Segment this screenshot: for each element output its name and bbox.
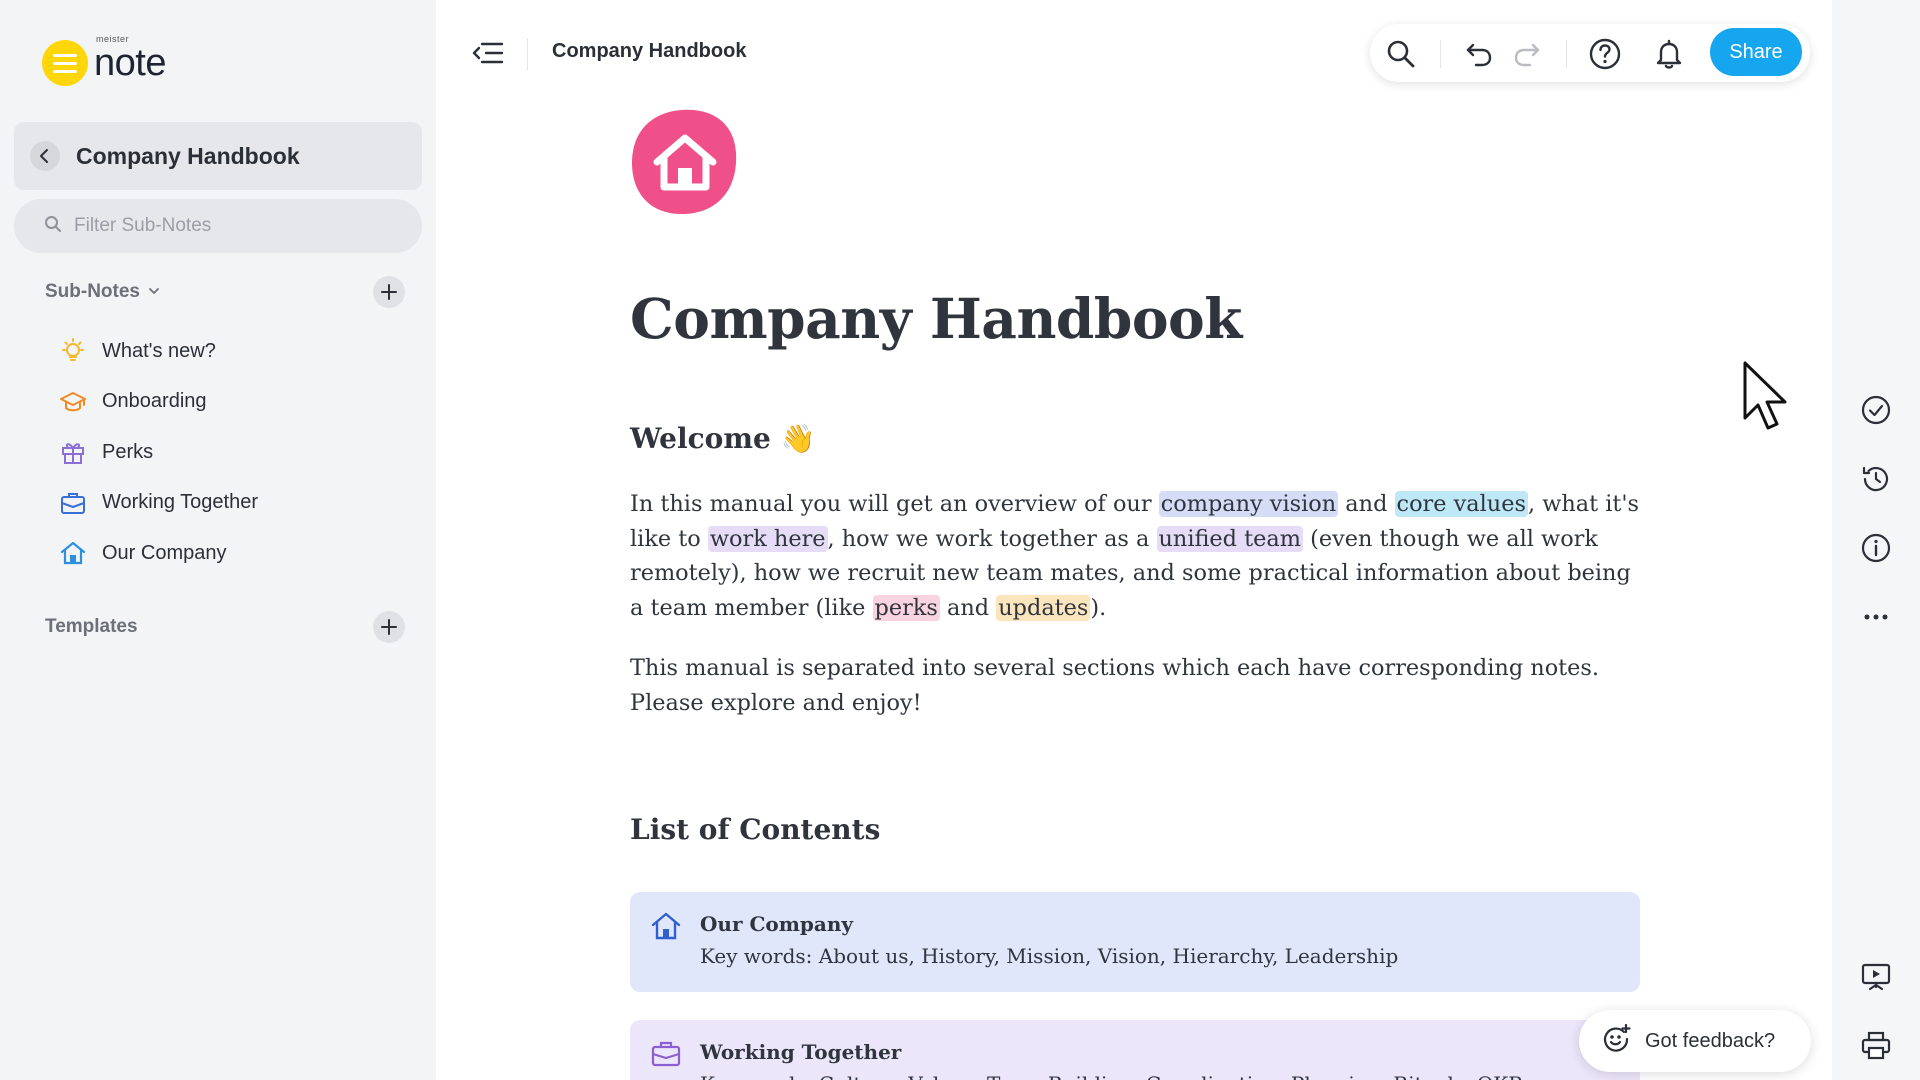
print-icon[interactable] <box>1856 1026 1896 1066</box>
subnote-onboarding[interactable]: Onboarding <box>58 377 258 428</box>
intro-text: ). <box>1090 594 1107 621</box>
sidebar: meister note Company Handbook Sub-Notes … <box>0 0 436 1080</box>
bell-icon[interactable] <box>1652 37 1686 71</box>
gift-icon <box>58 437 88 467</box>
parent-note-header[interactable]: Company Handbook <box>14 122 422 190</box>
filter-subnotes[interactable] <box>14 199 422 253</box>
highlight-core-values[interactable]: core values <box>1394 491 1528 517</box>
breadcrumb-title: Company Handbook <box>552 40 747 62</box>
briefcase-icon <box>58 488 88 518</box>
logo-small-text: meister <box>96 34 130 44</box>
highlight-company-vision[interactable]: company vision <box>1158 491 1339 517</box>
toc-title: Our Company <box>700 912 853 936</box>
templates-section-header[interactable]: Templates <box>45 611 405 643</box>
toolbar-divider <box>1566 40 1567 68</box>
logo-text: note <box>94 42 166 84</box>
templates-heading: Templates <box>45 616 138 637</box>
parent-note-title: Company Handbook <box>76 142 300 169</box>
subnote-label: Perks <box>102 440 154 463</box>
share-button[interactable]: Share <box>1710 28 1802 76</box>
redo-icon[interactable] <box>1510 37 1544 71</box>
toc-card-our-company[interactable]: Our Company Key words: About us, History… <box>630 892 1640 992</box>
tasks-check-icon[interactable] <box>1856 390 1896 430</box>
graduation-cap-icon <box>58 387 88 417</box>
house-icon <box>650 910 682 947</box>
highlight-perks[interactable]: perks <box>872 594 940 621</box>
add-subnote-button[interactable] <box>373 276 405 308</box>
toc-keywords: Key words: About us, History, Mission, V… <box>700 944 1399 968</box>
briefcase-icon <box>650 1038 682 1075</box>
chevron-down-icon[interactable] <box>148 285 160 300</box>
subnotes-list: What's new? Onboarding Perks Working Tog… <box>58 326 258 579</box>
logo-icon <box>42 40 88 86</box>
help-icon[interactable] <box>1588 37 1622 71</box>
feedback-button[interactable]: Got feedback? <box>1579 1010 1811 1072</box>
intro-text: , how we work together as a <box>827 525 1157 552</box>
subnote-label: Onboarding <box>102 390 207 413</box>
feedback-smiley-icon <box>1601 1023 1631 1059</box>
house-icon <box>58 538 88 568</box>
feedback-label: Got feedback? <box>1645 1029 1776 1052</box>
intro-text: and <box>939 594 997 621</box>
intro-paragraph[interactable]: In this manual you will get an overview … <box>630 487 1640 625</box>
subnote-working-together[interactable]: Working Together <box>58 478 258 529</box>
sections-paragraph[interactable]: This manual is separated into several se… <box>630 651 1640 720</box>
meisternote-logo[interactable]: meister note <box>42 34 166 86</box>
subnote-perks[interactable]: Perks <box>58 427 258 478</box>
topbar-divider <box>527 38 528 70</box>
presentation-icon[interactable] <box>1856 957 1896 997</box>
search-icon[interactable] <box>1384 37 1418 71</box>
welcome-heading[interactable]: Welcome 👋 <box>630 422 815 455</box>
contents-heading[interactable]: List of Contents <box>630 813 880 846</box>
toc-title: Working Together <box>700 1040 902 1064</box>
info-icon[interactable] <box>1856 528 1896 568</box>
back-icon[interactable] <box>30 141 60 171</box>
toc-card-working-together[interactable]: Working Together Key words: Culture, Val… <box>630 1020 1640 1080</box>
subnotes-heading: Sub-Notes <box>45 281 140 302</box>
toolbar: Share <box>1370 24 1810 82</box>
subnote-label: Our Company <box>102 541 227 564</box>
sidebar-toggle-icon[interactable] <box>472 38 504 73</box>
filter-subnotes-input[interactable] <box>74 215 394 237</box>
note-title[interactable]: Company Handbook <box>630 286 1242 351</box>
lightbulb-icon <box>58 336 88 366</box>
highlight-updates[interactable]: updates <box>996 594 1091 621</box>
search-icon <box>44 215 62 238</box>
intro-text: and <box>1338 491 1395 517</box>
add-template-button[interactable] <box>373 611 405 643</box>
highlight-unified-team[interactable]: unified team <box>1156 525 1303 552</box>
mouse-cursor-icon <box>1742 360 1790 437</box>
subnotes-section-header[interactable]: Sub-Notes <box>45 276 405 308</box>
toc-keywords: Key words: Culture, Values, Team Buildin… <box>700 1072 1618 1080</box>
subnote-label: Working Together <box>102 491 259 514</box>
subnote-our-company[interactable]: Our Company <box>58 528 258 579</box>
more-options-icon[interactable] <box>1856 597 1896 637</box>
intro-text: In this manual you will get an overview … <box>630 491 1159 517</box>
note-house-icon[interactable] <box>630 107 740 217</box>
toolbar-divider <box>1440 40 1441 68</box>
subnote-whats-new[interactable]: What's new? <box>58 326 258 377</box>
history-icon[interactable] <box>1856 459 1896 499</box>
subnote-label: What's new? <box>102 339 216 362</box>
undo-icon[interactable] <box>1462 37 1496 71</box>
highlight-work-here[interactable]: work here <box>707 525 828 552</box>
